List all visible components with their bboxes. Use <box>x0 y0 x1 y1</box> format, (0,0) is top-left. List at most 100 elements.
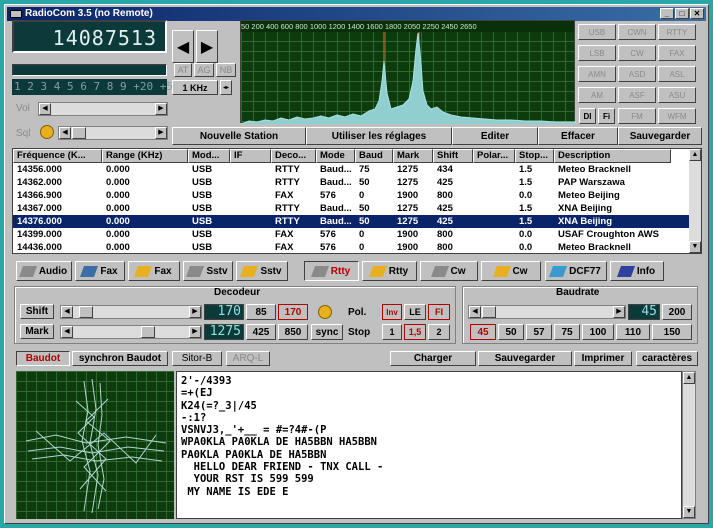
mode-cwn-button[interactable]: CWN <box>618 24 656 40</box>
col-range[interactable]: Range (KHz) <box>102 149 188 163</box>
table-scrollbar[interactable]: ▲ ▼ <box>689 149 701 253</box>
spectrum-display[interactable]: 50 200 400 600 800 1000 1200 1400 1600 1… <box>240 20 576 124</box>
shift-thumb[interactable] <box>79 306 93 318</box>
text-scroll-down[interactable]: ▼ <box>683 506 695 518</box>
maximize-button[interactable]: □ <box>675 8 689 19</box>
characters-button[interactable]: caractères <box>636 351 698 366</box>
next-frequency-button[interactable]: ▶ <box>196 30 218 63</box>
baud-45-button[interactable]: 45 <box>470 324 496 340</box>
mode-tab-sstv-3[interactable]: Sstv <box>183 261 233 281</box>
baud-100-button[interactable]: 100 <box>582 324 614 340</box>
mark-right-arrow[interactable]: ▶ <box>189 326 201 338</box>
mode-asd-button[interactable]: ASD <box>618 66 656 82</box>
tab-sitor-b[interactable]: Sitor-B <box>172 351 222 366</box>
mode-am-button[interactable]: AM <box>578 87 616 103</box>
baud-150-button[interactable]: 150 <box>652 324 692 340</box>
mode-tab-sstv-4[interactable]: Sstv <box>236 261 288 281</box>
polarity-inv-button[interactable]: Inv <box>382 304 402 320</box>
baudrate-thumb[interactable] <box>482 306 496 318</box>
save-text-button[interactable]: Sauvegarder <box>478 351 572 366</box>
mode-tab-audio-0[interactable]: Audio <box>16 261 72 281</box>
table-row[interactable]: 14399.000 0.000 USB FAX 576 0 1900 800 0.0 USAF C… <box>13 228 689 241</box>
mode-lsb-button[interactable]: LSB <box>578 45 616 61</box>
mode-tab-fax-1[interactable]: Fax <box>75 261 125 281</box>
baud-57-button[interactable]: 57 <box>526 324 552 340</box>
shift-slider[interactable]: ◀ ▶ <box>60 305 202 319</box>
col-stop[interactable]: Stop... <box>515 149 554 163</box>
table-row[interactable]: 14356.000 0.000 USB RTTY Baud... 75 1275 434 1.5… <box>13 163 689 176</box>
baud-75-button[interactable]: 75 <box>554 324 580 340</box>
table-row[interactable]: 14367.000 0.000 USB RTTY Baud... 50 1275 425 1.5… <box>13 202 689 215</box>
minimize-button[interactable]: _ <box>660 8 674 19</box>
table-row[interactable]: 14376.000 0.000 USB RTTY Baud... 50 1275 425 1.5… <box>13 214 690 229</box>
squelch-slider[interactable]: ◀ ▶ <box>58 126 168 140</box>
polarity-fi-button[interactable]: FI <box>428 304 450 320</box>
col-if[interactable]: IF <box>230 149 271 163</box>
col-frequency[interactable]: Fréquence (K... <box>13 149 102 163</box>
filter-ag-button[interactable]: AG <box>194 63 214 77</box>
mode-wfm-button[interactable]: WFM <box>658 108 696 124</box>
baud-50-button[interactable]: 50 <box>498 324 524 340</box>
decoded-text-area[interactable]: 2'-/4393 =+(EJ K24(=?_3|/45 -:1? VSNVJ3,_'+_… <box>176 371 682 519</box>
baudrate-right-arrow[interactable]: ▶ <box>613 306 625 318</box>
shift-170-button[interactable]: 170 <box>278 304 308 320</box>
mark-left-arrow[interactable]: ◀ <box>61 326 73 338</box>
mark-slider[interactable]: ◀ ▶ <box>60 325 202 339</box>
station-table[interactable]: Fréquence (K... Range (KHz) Mod... IF De… <box>12 148 702 254</box>
table-row[interactable]: 14366.900 0.000 USB FAX 576 0 1900 800 0.0 Meteo … <box>13 189 689 202</box>
squelch-thumb[interactable] <box>72 127 86 139</box>
col-modulation[interactable]: Mod... <box>188 149 230 163</box>
mode-tab-rtty-5[interactable]: Rtty <box>304 261 359 281</box>
mode-usb-button[interactable]: USB <box>578 24 616 40</box>
fi-button[interactable]: Fi <box>598 108 615 124</box>
polarity-le-button[interactable]: LE <box>404 304 426 320</box>
col-decoder[interactable]: Deco... <box>271 149 316 163</box>
baud-110-button[interactable]: 110 <box>616 324 650 340</box>
baud-200-button[interactable]: 200 <box>662 304 692 320</box>
print-button[interactable]: Imprimer <box>574 351 632 366</box>
mode-tab-dcf77-9[interactable]: DCF77 <box>545 261 607 281</box>
mode-tab-cw-7[interactable]: Cw <box>420 261 478 281</box>
shift-right-arrow[interactable]: ▶ <box>189 306 201 318</box>
prev-frequency-button[interactable]: ◀ <box>172 30 194 63</box>
mode-rtty-button[interactable]: RTTY <box>658 24 696 40</box>
mode-fax-button[interactable]: FAX <box>658 45 696 61</box>
mode-fm-button[interactable]: FM <box>618 108 656 124</box>
mode-tab-cw-8[interactable]: Cw <box>481 261 541 281</box>
close-button[interactable]: ✕ <box>690 8 704 19</box>
shift-85-button[interactable]: 85 <box>246 304 276 320</box>
sync-button[interactable]: sync <box>311 324 343 340</box>
col-description[interactable]: Description <box>554 149 671 163</box>
squelch-right-arrow[interactable]: ▶ <box>155 127 167 139</box>
col-baud[interactable]: Baud <box>355 149 393 163</box>
mode-asu-button[interactable]: ASU <box>658 87 696 103</box>
tab-arq-l[interactable]: ARQ-L <box>226 351 270 366</box>
step-select[interactable]: 1 KHz <box>172 80 218 95</box>
tab-synchron-baudot[interactable]: synchron Baudot <box>72 351 168 366</box>
mode-tab-fax-2[interactable]: Fax <box>128 261 180 281</box>
delete-button[interactable]: Effacer <box>538 127 618 145</box>
tab-baudot[interactable]: Baudot <box>16 351 70 366</box>
stop-2-button[interactable]: 2 <box>428 324 450 340</box>
filter-at-button[interactable]: AT <box>174 63 192 77</box>
col-shift[interactable]: Shift <box>433 149 473 163</box>
shift-left-arrow[interactable]: ◀ <box>61 306 73 318</box>
stop-1-button[interactable]: 1 <box>382 324 402 340</box>
squelch-left-arrow[interactable]: ◀ <box>59 127 71 139</box>
save-button[interactable]: Sauvegarder <box>618 127 702 145</box>
baudrate-left-arrow[interactable]: ◀ <box>469 306 481 318</box>
memory-channels[interactable]: 1 2 3 4 5 6 7 8 9 +20 +50 <box>12 79 180 95</box>
text-scrollbar[interactable]: ▲ ▼ <box>682 371 696 519</box>
table-row[interactable]: 14436.000 0.000 USB FAX 576 0 1900 800 0.0 Meteo … <box>13 241 689 253</box>
step-spinner[interactable]: ◂▸ <box>220 80 232 95</box>
mode-asl-button[interactable]: ASL <box>658 66 696 82</box>
mode-asf-button[interactable]: ASF <box>618 87 656 103</box>
col-mark[interactable]: Mark <box>393 149 433 163</box>
use-settings-button[interactable]: Utiliser les réglages <box>306 127 452 145</box>
mark-850-button[interactable]: 850 <box>278 324 308 340</box>
mark-thumb[interactable] <box>141 326 155 338</box>
mode-tab-rtty-6[interactable]: Rtty <box>362 261 417 281</box>
table-scroll-down[interactable]: ▼ <box>689 241 701 253</box>
new-station-button[interactable]: Nouvelle Station <box>172 127 306 145</box>
col-polarity[interactable]: Polar... <box>473 149 515 163</box>
